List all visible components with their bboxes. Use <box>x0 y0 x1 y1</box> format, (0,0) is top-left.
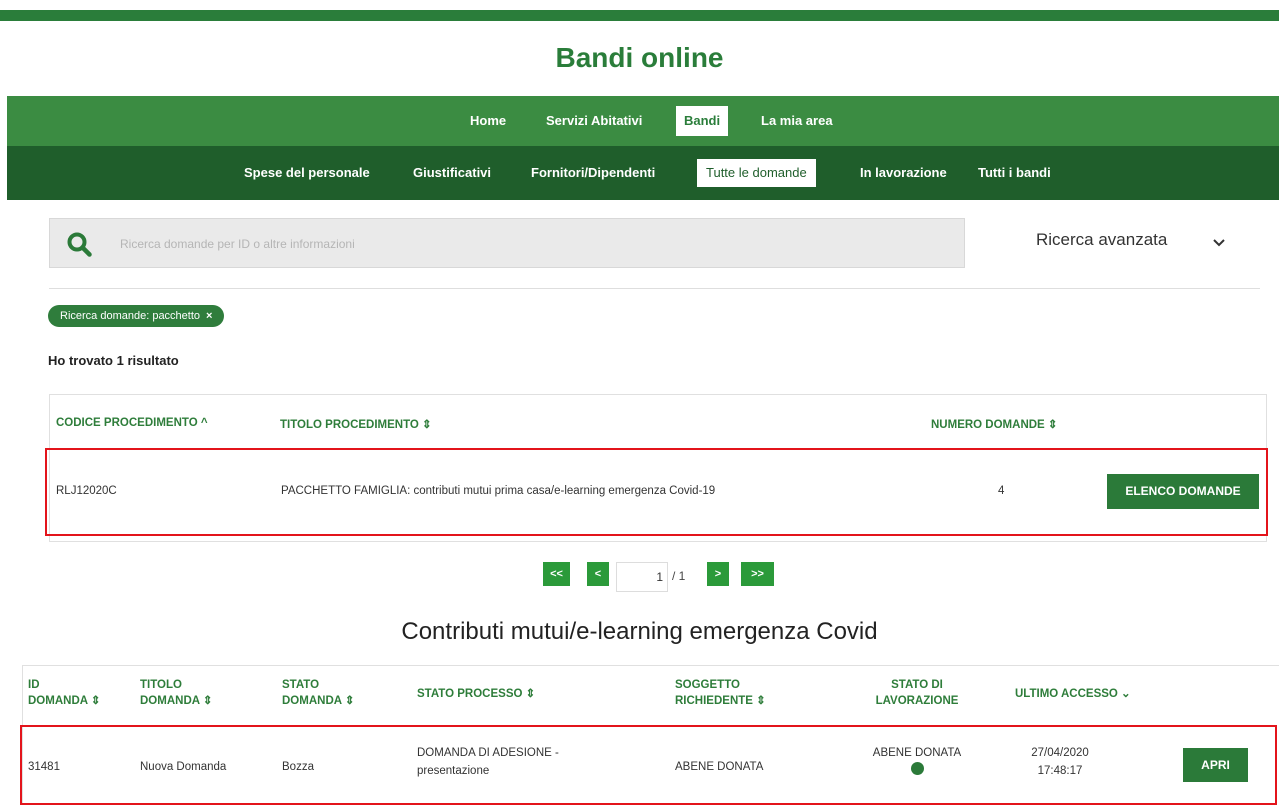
page-total: / 1 <box>672 569 686 583</box>
table-cell-soggetto: ABENE DONATA <box>675 761 764 773</box>
table-cell-titolo: Nuova Domanda <box>140 761 227 773</box>
status-dot-icon <box>910 762 924 775</box>
nav-item-servizi-abitativi[interactable]: Servizi Abitativi <box>538 106 650 136</box>
column-header-line: STATO DI <box>891 679 943 691</box>
column-header-titolo[interactable]: TITOLO PROCEDIMENTO ⇕ <box>280 417 432 431</box>
section-title: Contributi mutui/e-learning emergenza Co… <box>401 618 878 645</box>
divider <box>49 288 1260 289</box>
column-header-id-domanda[interactable]: ID DOMANDA ⇕ <box>28 677 100 709</box>
page-number-input[interactable] <box>616 562 668 592</box>
tab-tutti-i-bandi[interactable]: Tutti i bandi <box>969 159 1060 187</box>
table-cell-line: ABENE DONATA <box>872 747 962 759</box>
column-header-line: RICHIEDENTE ⇕ <box>675 695 766 707</box>
table-cell-stato: Bozza <box>282 761 314 773</box>
next-page-button[interactable]: > <box>707 562 729 586</box>
column-header-line: STATO PROCESSO ⇕ <box>417 688 536 700</box>
column-header-line: ID <box>28 679 40 691</box>
nav-item-la-mia-area[interactable]: La mia area <box>753 106 841 136</box>
column-header-line: DOMANDA ⇕ <box>282 695 355 707</box>
column-header-line: LAVORAZIONE <box>875 695 959 707</box>
chevron-down-icon[interactable] <box>1212 236 1226 250</box>
close-icon[interactable]: × <box>206 310 212 322</box>
nav-item-home[interactable]: Home <box>462 106 514 136</box>
site-title: Bandi online <box>555 42 724 73</box>
column-header-line: DOMANDA ⇕ <box>140 695 213 707</box>
column-header-numero[interactable]: NUMERO DOMANDE ⇕ <box>931 417 1058 431</box>
column-header-line: ULTIMO ACCESSO ⌄ <box>1015 688 1131 700</box>
table-cell-id: 31481 <box>28 761 60 773</box>
primary-nav: Home Servizi Abitativi Bandi La mia area <box>7 96 1279 146</box>
table-cell-stato-processo: DOMANDA DI ADESIONE - presentazione <box>417 744 559 780</box>
nav-item-bandi[interactable]: Bandi <box>676 106 729 136</box>
last-page-button[interactable]: >> <box>741 562 774 586</box>
secondary-nav: Spese del personale Giustificativi Forni… <box>7 146 1279 200</box>
advanced-search-toggle[interactable]: Ricerca avanzata <box>1036 230 1167 250</box>
column-header-line: SOGGETTO <box>675 679 740 691</box>
tab-fornitori-dipendenti[interactable]: Fornitori/Dipendenti <box>522 159 664 187</box>
column-header-stato-processo[interactable]: STATO PROCESSO ⇕ <box>417 686 535 702</box>
column-header-titolo-domanda[interactable]: TITOLO DOMANDA ⇕ <box>140 677 212 709</box>
search-input[interactable] <box>120 233 940 255</box>
table-cell-line: DOMANDA DI ADESIONE - <box>417 747 559 759</box>
tab-tutte-le-domande[interactable]: Tutte le domande <box>697 159 816 187</box>
filter-chip: Ricerca domande: pacchetto × <box>48 305 225 327</box>
column-header-soggetto-richiedente[interactable]: SOGGETTO RICHIEDENTE ⇕ <box>675 677 766 709</box>
search-bar <box>49 218 965 268</box>
elenco-domande-button[interactable]: ELENCO DOMANDE <box>1107 474 1259 509</box>
column-header-codice[interactable]: CODICE PROCEDIMENTO ^ <box>56 417 208 429</box>
filter-chip-label: Ricerca domande: pacchetto <box>60 310 201 322</box>
table-cell-codice: RLJ12020C <box>56 485 117 497</box>
column-header-ultimo-accesso[interactable]: ULTIMO ACCESSO ⌄ <box>1015 686 1131 702</box>
column-header-stato-lavorazione[interactable]: STATO DI LAVORAZIONE <box>857 677 977 709</box>
first-page-button[interactable]: << <box>543 562 570 586</box>
search-icon[interactable] <box>66 231 92 257</box>
table-cell-titolo: PACCHETTO FAMIGLIA: contributi mutui pri… <box>281 485 716 497</box>
table-cell-line: presentazione <box>417 765 490 777</box>
tab-in-lavorazione[interactable]: In lavorazione <box>851 159 956 187</box>
column-header-line: DOMANDA ⇕ <box>28 695 101 707</box>
result-count: Ho trovato 1 risultato <box>48 353 179 368</box>
top-accent-bar <box>0 10 1279 21</box>
column-header-stato-domanda[interactable]: STATO DOMANDA ⇕ <box>282 677 354 709</box>
tab-giustificativi[interactable]: Giustificativi <box>404 159 500 187</box>
table-cell-lavorazione: ABENE DONATA <box>857 744 977 781</box>
table-cell-line: 17:48:17 <box>1037 765 1083 777</box>
column-header-line: TITOLO <box>140 679 182 691</box>
prev-page-button[interactable]: < <box>587 562 609 586</box>
tab-spese-del-personale[interactable]: Spese del personale <box>235 159 379 187</box>
apri-button[interactable]: APRI <box>1183 748 1248 782</box>
table-cell-numero: 4 <box>998 485 1005 497</box>
column-header-line: STATO <box>282 679 320 691</box>
table-cell-line: 27/04/2020 <box>1031 747 1089 759</box>
table-cell-ultimo-accesso: 27/04/2020 17:48:17 <box>1000 744 1120 780</box>
